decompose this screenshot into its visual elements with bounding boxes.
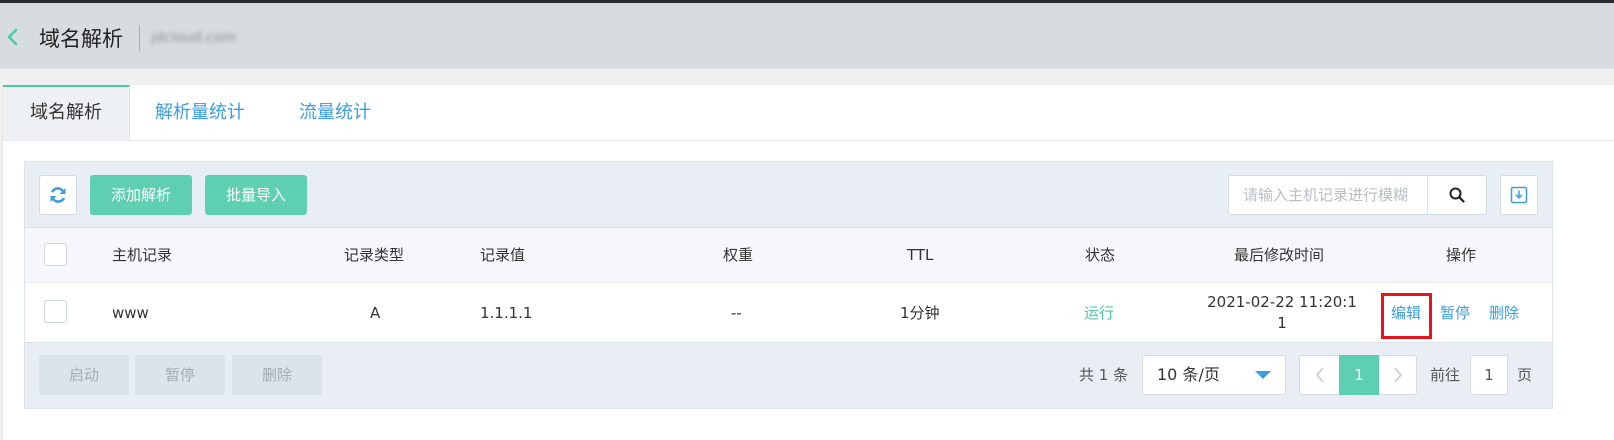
tab-traffic-stats[interactable]: 流量统计 bbox=[299, 85, 371, 141]
batch-delete-button[interactable]: 删除 bbox=[232, 355, 322, 395]
page-header: 域名解析 jdcloud.com bbox=[0, 3, 1614, 69]
batch-import-button[interactable]: 批量导入 bbox=[205, 175, 307, 215]
domain-name: jdcloud.com bbox=[151, 30, 237, 46]
column-ttl: TTL bbox=[907, 246, 934, 264]
tab-resolution-stats[interactable]: 解析量统计 bbox=[155, 85, 245, 141]
search-box bbox=[1228, 175, 1487, 215]
search-input[interactable] bbox=[1229, 176, 1427, 214]
search-icon bbox=[1449, 187, 1465, 203]
add-record-button[interactable]: 添加解析 bbox=[90, 175, 192, 215]
next-page-button[interactable] bbox=[1378, 356, 1417, 394]
table-row: www A 1.1.1.1 -- 1分钟 运行 2021-02-22 11:20… bbox=[25, 282, 1552, 343]
cell-weight: -- bbox=[731, 304, 742, 322]
page-1-button[interactable]: 1 bbox=[1339, 355, 1379, 395]
refresh-button[interactable] bbox=[39, 175, 77, 215]
records-panel: 添加解析 批量导入 主机记录 记录类型 记录值 权重 TTL bbox=[24, 161, 1553, 409]
tab-dns-records[interactable]: 域名解析 bbox=[3, 85, 130, 141]
column-status: 状态 bbox=[1085, 246, 1116, 264]
page-size-select[interactable]: 10 条/页 bbox=[1142, 355, 1286, 395]
caret-down-icon bbox=[1255, 371, 1271, 379]
column-actions: 操作 bbox=[1446, 246, 1477, 264]
cell-status: 运行 bbox=[1084, 304, 1115, 322]
main-card: 域名解析 解析量统计 流量统计 添加解析 批量导入 请输入主机记录进行模糊 主机… bbox=[2, 85, 1614, 440]
goto-page-input[interactable] bbox=[1470, 355, 1508, 395]
column-modified: 最后修改时间 bbox=[1234, 246, 1325, 264]
column-host: 主机记录 bbox=[112, 246, 173, 264]
cell-modified-line1: 2021-02-22 11:20:1 bbox=[1207, 293, 1357, 311]
tab-bar: 域名解析 解析量统计 流量统计 bbox=[3, 85, 1614, 141]
goto-prefix: 前往 bbox=[1430, 366, 1461, 384]
column-type: 记录类型 bbox=[344, 246, 405, 264]
cell-ttl: 1分钟 bbox=[900, 304, 940, 322]
cell-modified-line2: 1 bbox=[1277, 314, 1287, 332]
pause-link[interactable]: 暂停 bbox=[1440, 283, 1470, 344]
column-weight: 权重 bbox=[723, 246, 754, 264]
export-button[interactable] bbox=[1500, 175, 1538, 215]
row-checkbox[interactable] bbox=[44, 300, 67, 323]
goto-suffix: 页 bbox=[1517, 366, 1533, 384]
total-count: 共 1 条 bbox=[1079, 366, 1129, 384]
table-header: 主机记录 记录类型 记录值 权重 TTL 状态 最后修改时间 操作 bbox=[25, 227, 1552, 282]
batch-pause-button[interactable]: 暂停 bbox=[135, 355, 225, 395]
cell-type: A bbox=[370, 304, 381, 322]
refresh-icon bbox=[50, 187, 66, 203]
chevron-left-icon bbox=[1315, 367, 1324, 383]
batch-start-button[interactable]: 启动 bbox=[39, 355, 129, 395]
download-icon bbox=[1510, 186, 1528, 204]
page-title: 域名解析 bbox=[39, 27, 123, 51]
cell-modified: 2021-02-22 11:20:1 1 bbox=[1192, 292, 1372, 334]
edit-link[interactable]: 编辑 bbox=[1391, 283, 1421, 344]
search-button[interactable] bbox=[1428, 176, 1486, 214]
select-all-checkbox[interactable] bbox=[44, 243, 67, 266]
column-value: 记录值 bbox=[480, 246, 526, 264]
delete-link[interactable]: 删除 bbox=[1489, 283, 1519, 344]
chevron-right-icon bbox=[1393, 367, 1402, 383]
cell-host: www bbox=[112, 304, 149, 322]
page-size-value: 10 条/页 bbox=[1157, 365, 1220, 384]
title-divider bbox=[139, 25, 140, 51]
cell-value: 1.1.1.1 bbox=[480, 304, 533, 322]
pagination: 1 bbox=[1299, 355, 1417, 395]
prev-page-button[interactable] bbox=[1300, 356, 1339, 394]
back-icon[interactable] bbox=[4, 26, 22, 48]
